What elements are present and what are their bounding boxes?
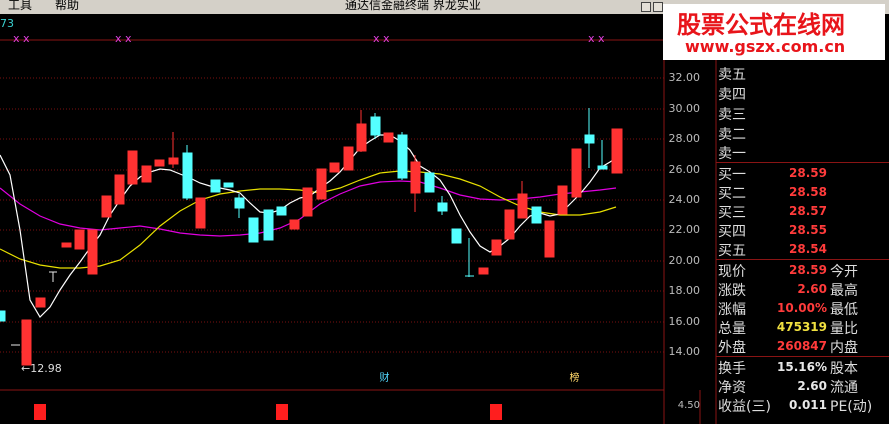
stat-row: 总量 475319 量比 <box>718 320 858 337</box>
stat-row: 外盘 260847 内盘 <box>718 339 858 356</box>
bid-row[interactable]: 买三 28.57 <box>716 202 889 221</box>
signal-marker: x x <box>13 32 30 45</box>
divider <box>716 162 889 163</box>
price-tick-label: 26.00 <box>668 163 701 176</box>
watermark-url: www.gszx.com.cn <box>685 37 846 56</box>
price-tick-label: 18.00 <box>668 284 701 297</box>
bid-row[interactable]: 买二 28.58 <box>716 183 889 202</box>
price-tick-label: 20.00 <box>668 254 701 267</box>
bid-row[interactable]: 买一 28.59 <box>716 164 889 183</box>
ask-row[interactable]: 卖四 <box>716 84 889 103</box>
stat-row: 涨跌 2.60 最高 <box>718 282 858 299</box>
stock-code-fragment: 73 <box>0 17 14 30</box>
ask-row[interactable]: 卖一 <box>716 143 889 162</box>
stat-row: 现价 28.59 今开 <box>718 263 858 280</box>
site-watermark: 股票公式在线网 www.gszx.com.cn <box>663 4 885 60</box>
financial-event-marker[interactable]: 财 <box>378 372 391 385</box>
quote-panel: 卖五 卖四 卖三 卖二 卖一 买一 28.59 买二 28.58 买三 28.57 买… <box>716 0 889 424</box>
signal-marker: x x <box>588 32 605 45</box>
candles-cyan <box>0 108 608 346</box>
stat-row: 净资 2.60 流通 <box>718 379 858 396</box>
divider <box>716 356 889 357</box>
stat-row: 换手 15.16% 股本 <box>718 360 858 377</box>
signal-marker: x x <box>115 32 132 45</box>
watermark-title: 股票公式在线网 <box>677 11 845 39</box>
low-price-label: ←12.98 <box>21 362 62 375</box>
bid-row[interactable]: 买五 28.54 <box>716 240 889 259</box>
ask-row[interactable]: 卖五 <box>716 64 889 83</box>
price-tick-label: 24.00 <box>668 193 701 206</box>
ma-line-white <box>0 134 617 318</box>
ask-row[interactable]: 卖三 <box>716 104 889 123</box>
volume-bars <box>34 404 502 420</box>
price-tick-label: 28.00 <box>668 132 701 145</box>
divider <box>716 259 889 260</box>
dragon-tiger-event-marker[interactable]: 榜 <box>568 372 581 385</box>
candles-red <box>21 110 623 366</box>
stat-row: 涨幅 10.00% 最低 <box>718 301 858 318</box>
stat-row: 收益(三) 0.011 PE(动) <box>718 398 873 415</box>
signal-marker: x x <box>373 32 390 45</box>
price-tick-label: 16.00 <box>668 315 701 328</box>
price-tick-label: 30.00 <box>668 102 701 115</box>
price-tick-label: 14.00 <box>668 345 701 358</box>
price-tick-label: 32.00 <box>668 71 701 84</box>
ask-row[interactable]: 卖二 <box>716 124 889 143</box>
price-tick-label: 22.00 <box>668 223 701 236</box>
bid-row[interactable]: 买四 28.55 <box>716 221 889 240</box>
volume-tick-label: 4.50 <box>677 400 700 411</box>
